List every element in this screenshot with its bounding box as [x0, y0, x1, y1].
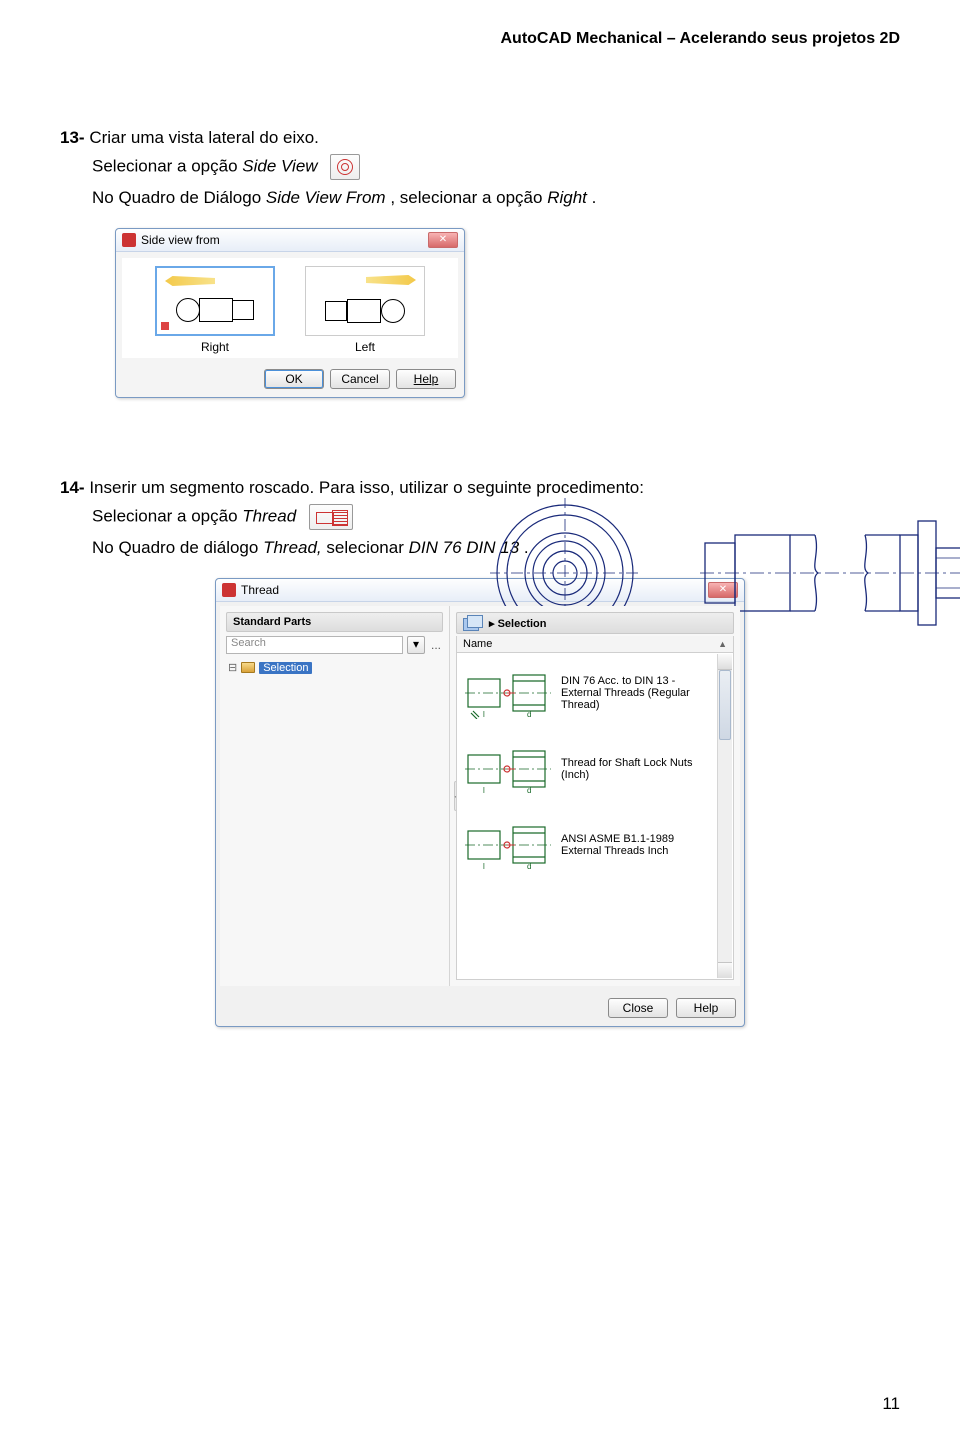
- list-item-label: Thread for Shaft Lock Nuts (Inch): [561, 757, 725, 781]
- arrow-left-icon: [165, 276, 215, 286]
- search-more-button[interactable]: ...: [429, 638, 443, 652]
- thread-dialog: Thread ✕ Standard Parts Search ▾ ... ⊟ S…: [215, 578, 745, 1027]
- details-header: ▸ Selection: [456, 612, 734, 634]
- list-item[interactable]: l d Thread for Shaft Lock Nuts (Inch): [461, 735, 729, 811]
- details-panel: ▸ Selection Name ▲: [450, 606, 740, 986]
- list-item[interactable]: l d ANSI ASME B1.1-1989 External Threads…: [461, 811, 729, 887]
- side-view-from-dialog: Side view from ✕ Right: [115, 228, 465, 398]
- svg-text:d: d: [527, 710, 531, 719]
- cancel-button[interactable]: Cancel: [330, 369, 390, 389]
- option-right[interactable]: Right: [155, 266, 275, 354]
- search-input[interactable]: Search: [226, 636, 403, 654]
- tree-item-label: Selection: [259, 662, 312, 674]
- standard-parts-header: Standard Parts: [226, 612, 443, 632]
- svg-text:l: l: [483, 862, 485, 871]
- svg-text:l: l: [483, 786, 485, 795]
- thread-icon: [309, 504, 353, 530]
- parts-tree[interactable]: ⊟ Selection: [226, 660, 443, 675]
- scrollbar[interactable]: [717, 654, 732, 978]
- svg-text:d: d: [527, 786, 531, 795]
- thread-list: l d DIN 76 Acc. to DIN 13 - External Thr…: [456, 653, 734, 980]
- list-item-label: ANSI ASME B1.1-1989 External Threads Inc…: [561, 833, 725, 857]
- tree-item-selection[interactable]: ⊟ Selection: [226, 660, 443, 675]
- app-icon: [122, 233, 136, 247]
- option-right-label: Right: [155, 340, 275, 354]
- help-button[interactable]: Help: [676, 998, 736, 1018]
- step-13: 13- Criar uma vista lateral do eixo. Sel…: [60, 128, 900, 208]
- thread-title: Thread: [241, 583, 279, 597]
- svg-text:l: l: [483, 710, 485, 719]
- option-left[interactable]: Left: [305, 266, 425, 354]
- thread-preview-icon: l d: [465, 743, 551, 795]
- side-view-icon: [330, 154, 360, 180]
- name-column-header[interactable]: Name ▲: [456, 636, 734, 653]
- step-13-line1: Selecionar a opção Side View: [92, 154, 900, 180]
- close-button[interactable]: Close: [608, 998, 668, 1018]
- dialog-title: Side view from: [141, 233, 220, 247]
- books-icon: [463, 615, 483, 631]
- close-button[interactable]: ✕: [428, 232, 458, 248]
- list-item[interactable]: l d DIN 76 Acc. to DIN 13 - External Thr…: [461, 659, 729, 735]
- step-13-heading: 13- Criar uma vista lateral do eixo.: [60, 128, 900, 148]
- search-go-button[interactable]: ▾: [407, 636, 425, 654]
- page-number: 11: [882, 1394, 900, 1414]
- step-13-line2: No Quadro de Diálogo Side View From , se…: [92, 188, 900, 208]
- thread-preview-icon: l d: [465, 667, 551, 719]
- svg-text:d: d: [527, 862, 531, 871]
- dialog-titlebar: Side view from ✕: [116, 229, 464, 252]
- standard-parts-panel: Standard Parts Search ▾ ... ⊟ Selection: [220, 606, 450, 986]
- selector-handle-icon: [161, 322, 169, 330]
- ok-button[interactable]: OK: [264, 369, 324, 389]
- thread-preview-icon: l d: [465, 819, 551, 871]
- help-button[interactable]: Help: [396, 369, 456, 389]
- step-14-num: 14-: [60, 478, 85, 497]
- step-14-title: Inserir um segmento roscado. Para isso, …: [89, 478, 644, 497]
- arrow-right-icon: [366, 275, 416, 285]
- step-13-title: Criar uma vista lateral do eixo.: [89, 128, 319, 147]
- page-header: AutoCAD Mechanical – Acelerando seus pro…: [60, 30, 900, 48]
- sort-icon: ▲: [718, 639, 727, 649]
- book-icon: [241, 662, 255, 673]
- app-icon: [222, 583, 236, 597]
- list-item-label: DIN 76 Acc. to DIN 13 - External Threads…: [561, 675, 725, 711]
- step-14-heading: 14- Inserir um segmento roscado. Para is…: [60, 478, 900, 498]
- option-left-label: Left: [305, 340, 425, 354]
- step-13-num: 13-: [60, 128, 85, 147]
